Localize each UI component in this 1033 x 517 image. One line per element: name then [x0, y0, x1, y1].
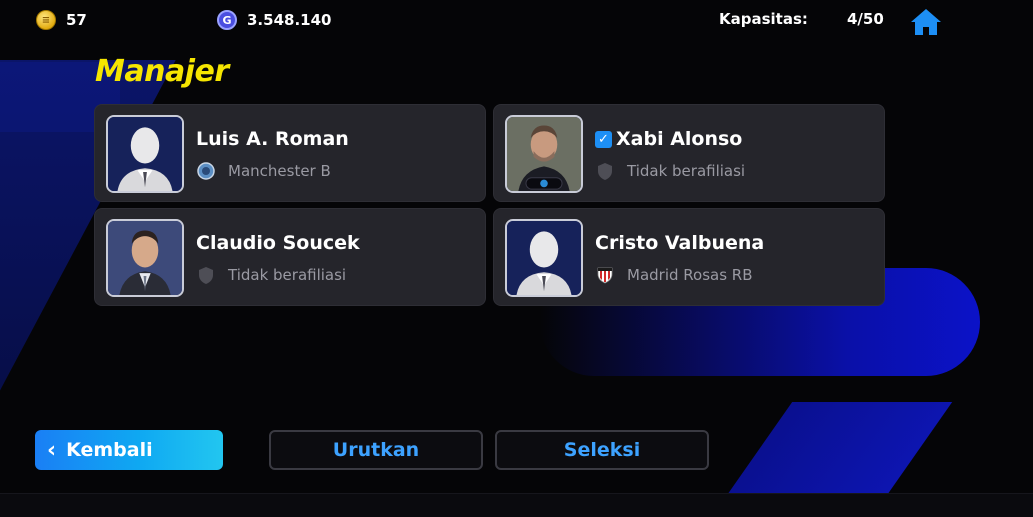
- manager-card[interactable]: Luis A. Roman Manchester B: [94, 104, 486, 202]
- manager-club: Tidak berafiliasi: [595, 161, 745, 181]
- page-title: Manajer: [95, 54, 229, 89]
- manager-name-text: Claudio Soucek: [196, 232, 360, 254]
- club-badge-icon: [196, 161, 216, 181]
- capacity-label: Kapasitas:: [719, 10, 808, 28]
- manager-portrait-photo: [505, 115, 583, 193]
- club-name: Madrid Rosas RB: [627, 266, 753, 284]
- sort-button-label: Urutkan: [332, 439, 420, 461]
- select-button[interactable]: Seleksi: [495, 430, 709, 470]
- back-button-label: Kembali: [66, 439, 153, 461]
- select-button-label: Seleksi: [563, 439, 641, 461]
- shield-icon: [196, 265, 216, 285]
- manager-card[interactable]: ✓ Xabi Alonso Tidak berafiliasi: [493, 104, 885, 202]
- manager-name-text: Cristo Valbuena: [595, 232, 765, 254]
- capacity-value: 4/50: [847, 10, 884, 28]
- club-name: Tidak berafiliasi: [627, 162, 746, 180]
- club-name: Manchester B: [228, 162, 331, 180]
- gp-display: G 3.548.140: [217, 10, 331, 30]
- club-badge-icon: [595, 265, 615, 285]
- gp-icon: G: [217, 10, 237, 30]
- chevron-left-icon: ‹: [47, 437, 57, 463]
- manager-club: Madrid Rosas RB: [595, 265, 753, 285]
- coins-value: 57: [66, 11, 87, 29]
- shield-icon: [595, 161, 615, 181]
- coins-display: ≡ 57: [36, 10, 87, 30]
- bg-stripe: [727, 402, 953, 494]
- top-bar: ≡ 57 G 3.548.140 Kapasitas: 4/50: [0, 0, 1033, 40]
- manager-club: Manchester B: [196, 161, 331, 181]
- gp-value: 3.548.140: [247, 11, 332, 29]
- coin-icon: ≡: [36, 10, 56, 30]
- manager-portrait-silhouette: [505, 219, 583, 297]
- manager-name-text: Luis A. Roman: [196, 128, 349, 150]
- manager-name: Luis A. Roman: [196, 128, 349, 150]
- home-icon[interactable]: [910, 8, 942, 36]
- manager-club: Tidak berafiliasi: [196, 265, 346, 285]
- manager-card[interactable]: Cristo Valbuena Madrid Rosas RB: [493, 208, 885, 306]
- manager-name: Claudio Soucek: [196, 232, 360, 254]
- verified-check-icon: ✓: [595, 130, 612, 148]
- manager-portrait-silhouette: [106, 115, 184, 193]
- manager-card[interactable]: Claudio Soucek Tidak berafiliasi: [94, 208, 486, 306]
- manager-portrait-photo: [106, 219, 184, 297]
- sort-button[interactable]: Urutkan: [269, 430, 483, 470]
- manager-name-text: Xabi Alonso: [616, 128, 743, 150]
- club-name: Tidak berafiliasi: [228, 266, 347, 284]
- manager-name: ✓ Xabi Alonso: [595, 128, 742, 150]
- manager-name: Cristo Valbuena: [595, 232, 764, 254]
- back-button[interactable]: ‹ Kembali: [35, 430, 223, 470]
- bottom-bar: [0, 493, 1033, 517]
